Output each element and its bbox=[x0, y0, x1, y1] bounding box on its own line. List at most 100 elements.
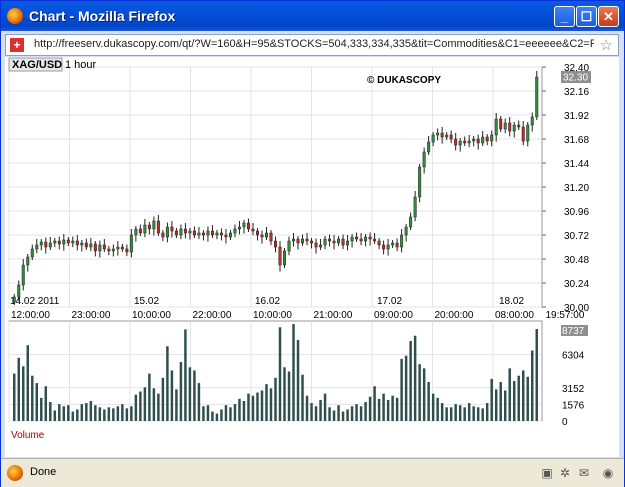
candle-body bbox=[476, 138, 480, 144]
volume-bar bbox=[319, 399, 322, 421]
volume-bar bbox=[305, 395, 309, 421]
volume-bar bbox=[202, 406, 205, 421]
candle-body bbox=[517, 124, 521, 128]
candle-body bbox=[400, 234, 404, 248]
volume-bar bbox=[427, 382, 430, 421]
volume-bar bbox=[494, 389, 498, 421]
status-globe-icon[interactable]: ◉ bbox=[600, 465, 616, 481]
maximize-button[interactable]: ☐ bbox=[576, 6, 597, 27]
candle-body bbox=[382, 244, 386, 250]
candle-body bbox=[332, 240, 336, 244]
volume-bar bbox=[341, 411, 345, 421]
minimize-button[interactable]: _ bbox=[554, 6, 575, 27]
volume-bar bbox=[328, 407, 331, 421]
volume-bar bbox=[292, 324, 295, 421]
volume-bar bbox=[233, 404, 237, 421]
mail-icon[interactable]: ✉ bbox=[576, 465, 592, 481]
candle-body bbox=[255, 230, 259, 236]
volume-bar bbox=[35, 383, 39, 421]
candle-body bbox=[359, 238, 363, 242]
volume-bar bbox=[67, 405, 70, 421]
candle-body bbox=[120, 246, 124, 250]
volume-bar bbox=[256, 392, 259, 421]
candle-body bbox=[269, 232, 273, 242]
volume-bar bbox=[337, 405, 340, 421]
candle-body bbox=[224, 234, 228, 238]
window-icon[interactable]: ▣ bbox=[539, 465, 555, 481]
title-bar[interactable]: Chart - Mozilla Firefox _ ☐ ✕ bbox=[1, 1, 624, 31]
page-content: 32.40 32.16 31.92 31.68 31.44 31.20 30.96 30.72… bbox=[5, 57, 619, 457]
candle-body bbox=[39, 241, 43, 246]
candle-body bbox=[89, 243, 93, 248]
candle-body bbox=[440, 132, 444, 138]
candle-body bbox=[242, 222, 246, 228]
volume-bar bbox=[206, 405, 210, 421]
time-label: 12:00:00 bbox=[11, 310, 50, 321]
candle-body bbox=[53, 240, 57, 244]
candle-body bbox=[386, 244, 390, 250]
candle-body bbox=[445, 134, 449, 138]
candle-body bbox=[274, 240, 277, 248]
volume-bar bbox=[40, 397, 43, 421]
candle-body bbox=[490, 134, 494, 142]
volume-bar bbox=[440, 403, 444, 421]
price-tick-label: 30.72 bbox=[564, 231, 589, 242]
price-tick-label: 31.20 bbox=[564, 183, 589, 194]
volume-bar bbox=[274, 377, 277, 421]
volume-bar bbox=[215, 413, 219, 421]
candle-body bbox=[161, 232, 165, 238]
volume-bar bbox=[283, 367, 286, 421]
volume-bar bbox=[512, 380, 516, 421]
candle-body bbox=[111, 248, 115, 252]
price-axis: 32.4032.1631.9231.6831.4431.2030.9630.72… bbox=[542, 63, 589, 314]
volume-bar bbox=[409, 340, 412, 421]
candle-body bbox=[350, 236, 354, 242]
firefox-icon bbox=[7, 8, 23, 24]
volume-bar bbox=[85, 403, 88, 421]
candle-body bbox=[427, 141, 431, 153]
chart: 32.4032.1631.9231.6831.4431.2030.9630.72… bbox=[8, 57, 591, 441]
volume-bar bbox=[247, 393, 250, 421]
volume-bar bbox=[220, 409, 223, 421]
volume-bar bbox=[359, 406, 363, 421]
candle-body bbox=[292, 238, 296, 242]
volume-bar bbox=[229, 407, 232, 421]
candle-body bbox=[206, 230, 210, 236]
volume-bar bbox=[386, 399, 390, 421]
url-text[interactable]: http://freeserv.dukascopy.com/qt/?W=160&… bbox=[34, 38, 594, 50]
candle-body bbox=[143, 224, 147, 234]
candle-body bbox=[512, 124, 516, 132]
candle-body bbox=[48, 242, 52, 248]
volume-bar bbox=[418, 364, 421, 421]
settings-icon[interactable]: ✲ bbox=[557, 465, 573, 481]
candle-body bbox=[246, 222, 250, 230]
bookmark-star-icon[interactable]: ☆ bbox=[600, 36, 613, 54]
address-bar[interactable]: + http://freeserv.dukascopy.com/qt/?W=16… bbox=[5, 34, 619, 56]
price-tick-label: 30.24 bbox=[564, 279, 589, 290]
candle-body bbox=[165, 226, 169, 238]
volume-bar bbox=[310, 403, 313, 421]
volume-bar bbox=[436, 397, 439, 421]
close-button[interactable]: ✕ bbox=[598, 6, 619, 27]
candle-body bbox=[404, 226, 408, 236]
candle-body bbox=[301, 238, 305, 244]
volume-bar bbox=[278, 327, 282, 421]
candle-body bbox=[422, 151, 426, 168]
candle-body bbox=[192, 230, 196, 236]
volume-bar bbox=[188, 367, 192, 421]
candle-body bbox=[364, 236, 368, 242]
volume-bar bbox=[350, 406, 354, 421]
volume-bar bbox=[458, 405, 462, 421]
candle-body bbox=[283, 250, 286, 266]
timeframe-label: 1 hour bbox=[65, 59, 97, 71]
candle-body bbox=[391, 242, 395, 246]
candle-body bbox=[98, 244, 102, 252]
candle-body bbox=[341, 238, 345, 246]
volume-bar bbox=[463, 407, 466, 421]
candle-body bbox=[179, 228, 183, 236]
volume-bar bbox=[152, 388, 156, 421]
candle-body bbox=[472, 138, 476, 142]
volume-tick-label: 1576 bbox=[562, 400, 585, 411]
candle-body bbox=[449, 134, 453, 140]
volume-bar bbox=[17, 357, 20, 421]
